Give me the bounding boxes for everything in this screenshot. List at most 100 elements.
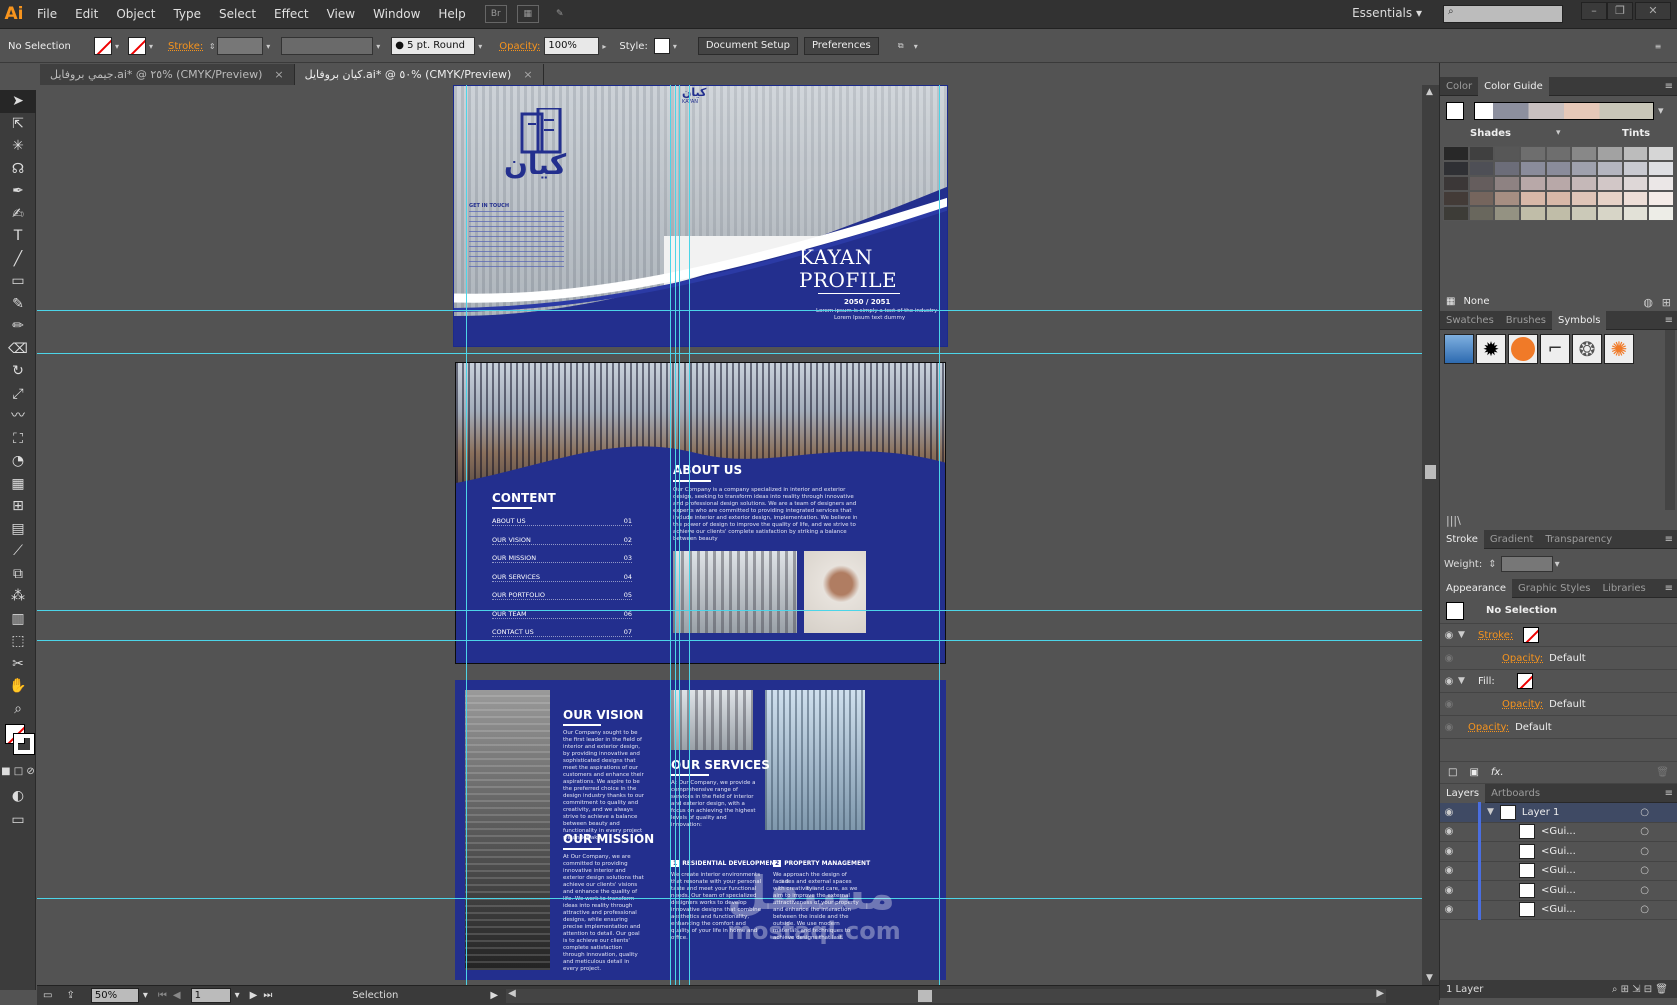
swatch-library-icon[interactable]: ▦ [1446,296,1455,307]
shade-swatch[interactable] [1622,146,1649,161]
target-circle-icon[interactable]: ○ [1640,865,1649,876]
symbol-splat-icon[interactable]: ✹ [1476,334,1506,364]
shape-builder-tool-icon[interactable]: ◔ [0,450,36,473]
shade-swatch[interactable] [1443,191,1469,206]
weight-dropdown-icon[interactable]: ▾ [1555,559,1560,570]
shade-swatch[interactable] [1468,191,1495,206]
tab-close-icon[interactable]: × [274,64,283,85]
last-artboard-icon[interactable]: ⏭ [263,990,272,1001]
symbol-sprayer-tool-icon[interactable]: ⁂ [0,585,36,608]
add-effect-button[interactable]: fx. [1491,767,1504,778]
menu-window[interactable]: Window [364,0,429,29]
guide-vertical[interactable] [939,85,940,985]
panel-menu-icon[interactable]: ≡ [1665,579,1673,598]
symbol-blue-banner-icon[interactable] [1444,334,1474,364]
shade-swatch[interactable] [1443,176,1469,191]
appearance-stroke-label[interactable]: Stroke: [1478,630,1513,641]
variable-width-dropdown-icon[interactable]: ▾ [373,37,383,55]
harmony-dropdown-icon[interactable]: ▾ [1658,104,1664,117]
stroke-swatch[interactable] [128,37,146,55]
visibility-eye-icon[interactable]: ◉ [1440,653,1458,664]
shade-swatch[interactable] [1468,146,1495,161]
tab-color-guide[interactable]: Color Guide [1478,76,1549,96]
stroke-stepper-icon[interactable]: ⇕ [207,37,217,55]
bridge-button[interactable]: Br [484,5,507,23]
column-graph-tool-icon[interactable]: ▥ [0,608,36,631]
shade-swatch[interactable] [1494,176,1520,191]
symbol-ring-icon[interactable]: ❂ [1572,334,1602,364]
target-circle-icon[interactable]: ○ [1640,846,1649,857]
tab-swatches[interactable]: Swatches [1440,311,1500,330]
panel-menu-icon[interactable]: ≡ [1665,784,1673,803]
appearance-opacity-label[interactable]: Opacity: [1468,722,1509,733]
scroll-left-icon[interactable]: ◀ [508,988,516,999]
stroke-dropdown-icon[interactable]: ▾ [146,37,156,55]
appearance-stroke-swatch[interactable] [1523,627,1540,643]
free-transform-tool-icon[interactable]: ⛶ [0,428,36,451]
opacity-arrow-icon[interactable]: ▸ [599,37,609,55]
preferences-button[interactable]: Preferences [803,37,879,55]
shade-swatch[interactable] [1622,191,1649,206]
menu-object[interactable]: Object [107,0,164,29]
variable-width-field[interactable] [281,37,374,55]
shade-swatch[interactable] [1596,176,1623,191]
artboard-content[interactable]: CONTENT ABOUT US 01 OUR VISION 02 OUR MISSIO… [455,362,946,664]
shade-swatch[interactable] [1571,161,1597,176]
shade-swatch[interactable] [1545,176,1572,191]
visibility-eye-icon[interactable]: ◉ [1440,904,1458,915]
shade-swatch[interactable] [1468,206,1495,221]
panel-menu-icon[interactable]: ≡ [1665,77,1673,96]
target-circle-icon[interactable]: ○ [1640,885,1649,896]
delete-item-icon[interactable]: 🗑 [1656,767,1669,778]
zoom-field[interactable]: 50% [90,988,139,1003]
shade-swatch[interactable] [1468,161,1495,176]
mesh-tool-icon[interactable]: ⊞ [0,495,36,518]
shade-swatch[interactable] [1468,176,1495,191]
hand-tool-icon[interactable]: ✋ [0,675,36,698]
shade-swatch[interactable] [1596,161,1623,176]
artboard-cover[interactable]: كيان كيان KAYAN GET IN TOUCH KAYAN PROFI… [453,85,948,347]
menu-select[interactable]: Select [210,0,265,29]
tab-graphic-styles[interactable]: Graphic Styles [1512,579,1596,598]
shade-swatch[interactable] [1648,191,1674,206]
shade-swatch[interactable] [1648,161,1674,176]
tab-appearance[interactable]: Appearance [1440,578,1513,598]
visibility-eye-icon[interactable]: ◉ [1440,865,1458,876]
stroke-label[interactable]: Stroke: [168,41,203,52]
control-bar-menu-icon[interactable]: ≡ [1653,37,1663,55]
shade-swatch[interactable] [1494,161,1520,176]
target-circle-icon[interactable]: ○ [1640,904,1649,915]
scale-tool-icon[interactable]: ⤢ [0,383,36,406]
artboard-nav-icon[interactable]: ▭ [43,990,52,1001]
tab-artboards[interactable]: Artboards [1485,784,1546,803]
curvature-tool-icon[interactable]: ✍ [0,203,36,226]
zoom-dropdown-icon[interactable]: ▾ [143,990,148,1001]
shade-swatch[interactable] [1622,206,1649,221]
appearance-stroke-row[interactable]: ◉ ▼ Stroke: [1440,624,1677,647]
menu-edit[interactable]: Edit [66,0,107,29]
line-tool-icon[interactable]: ╱ [0,248,36,271]
direct-selection-tool-icon[interactable]: ⇱ [0,113,36,136]
weight-field[interactable] [1500,556,1553,572]
pencil-tool-icon[interactable]: ✏ [0,315,36,338]
tab-color[interactable]: Color [1440,77,1478,96]
symbol-corner-icon[interactable]: ⌐ [1540,334,1570,364]
scroll-right-icon[interactable]: ▶ [1376,988,1384,999]
tab-brushes[interactable]: Brushes [1500,311,1552,330]
tab-stroke[interactable]: Stroke [1440,529,1484,549]
stroke-weight-dropdown-icon[interactable]: ▾ [263,37,273,55]
workspace-switcher[interactable]: Essentials ▾ [1352,6,1422,20]
symbol-orange-circle-icon[interactable] [1508,334,1538,364]
fill-swatch[interactable] [94,37,112,55]
shade-swatch[interactable] [1571,191,1597,206]
pen-tool-icon[interactable]: ✒ [0,180,36,203]
menu-type[interactable]: Type [164,0,210,29]
panel-menu-icon[interactable]: ≡ [1665,530,1673,549]
magic-wand-tool-icon[interactable]: ✳ [0,135,36,158]
prev-artboard-icon[interactable]: ◀ [173,990,181,1001]
guide-vertical[interactable] [466,85,467,985]
visibility-eye-icon[interactable]: ◉ [1440,885,1458,896]
edit-colors-icon[interactable]: ◍ [1643,296,1653,309]
appearance-object-opacity-row[interactable]: ◉ Opacity: Default [1440,716,1677,739]
sublayer-row[interactable]: ◉ <Gui... ○ [1440,840,1677,862]
